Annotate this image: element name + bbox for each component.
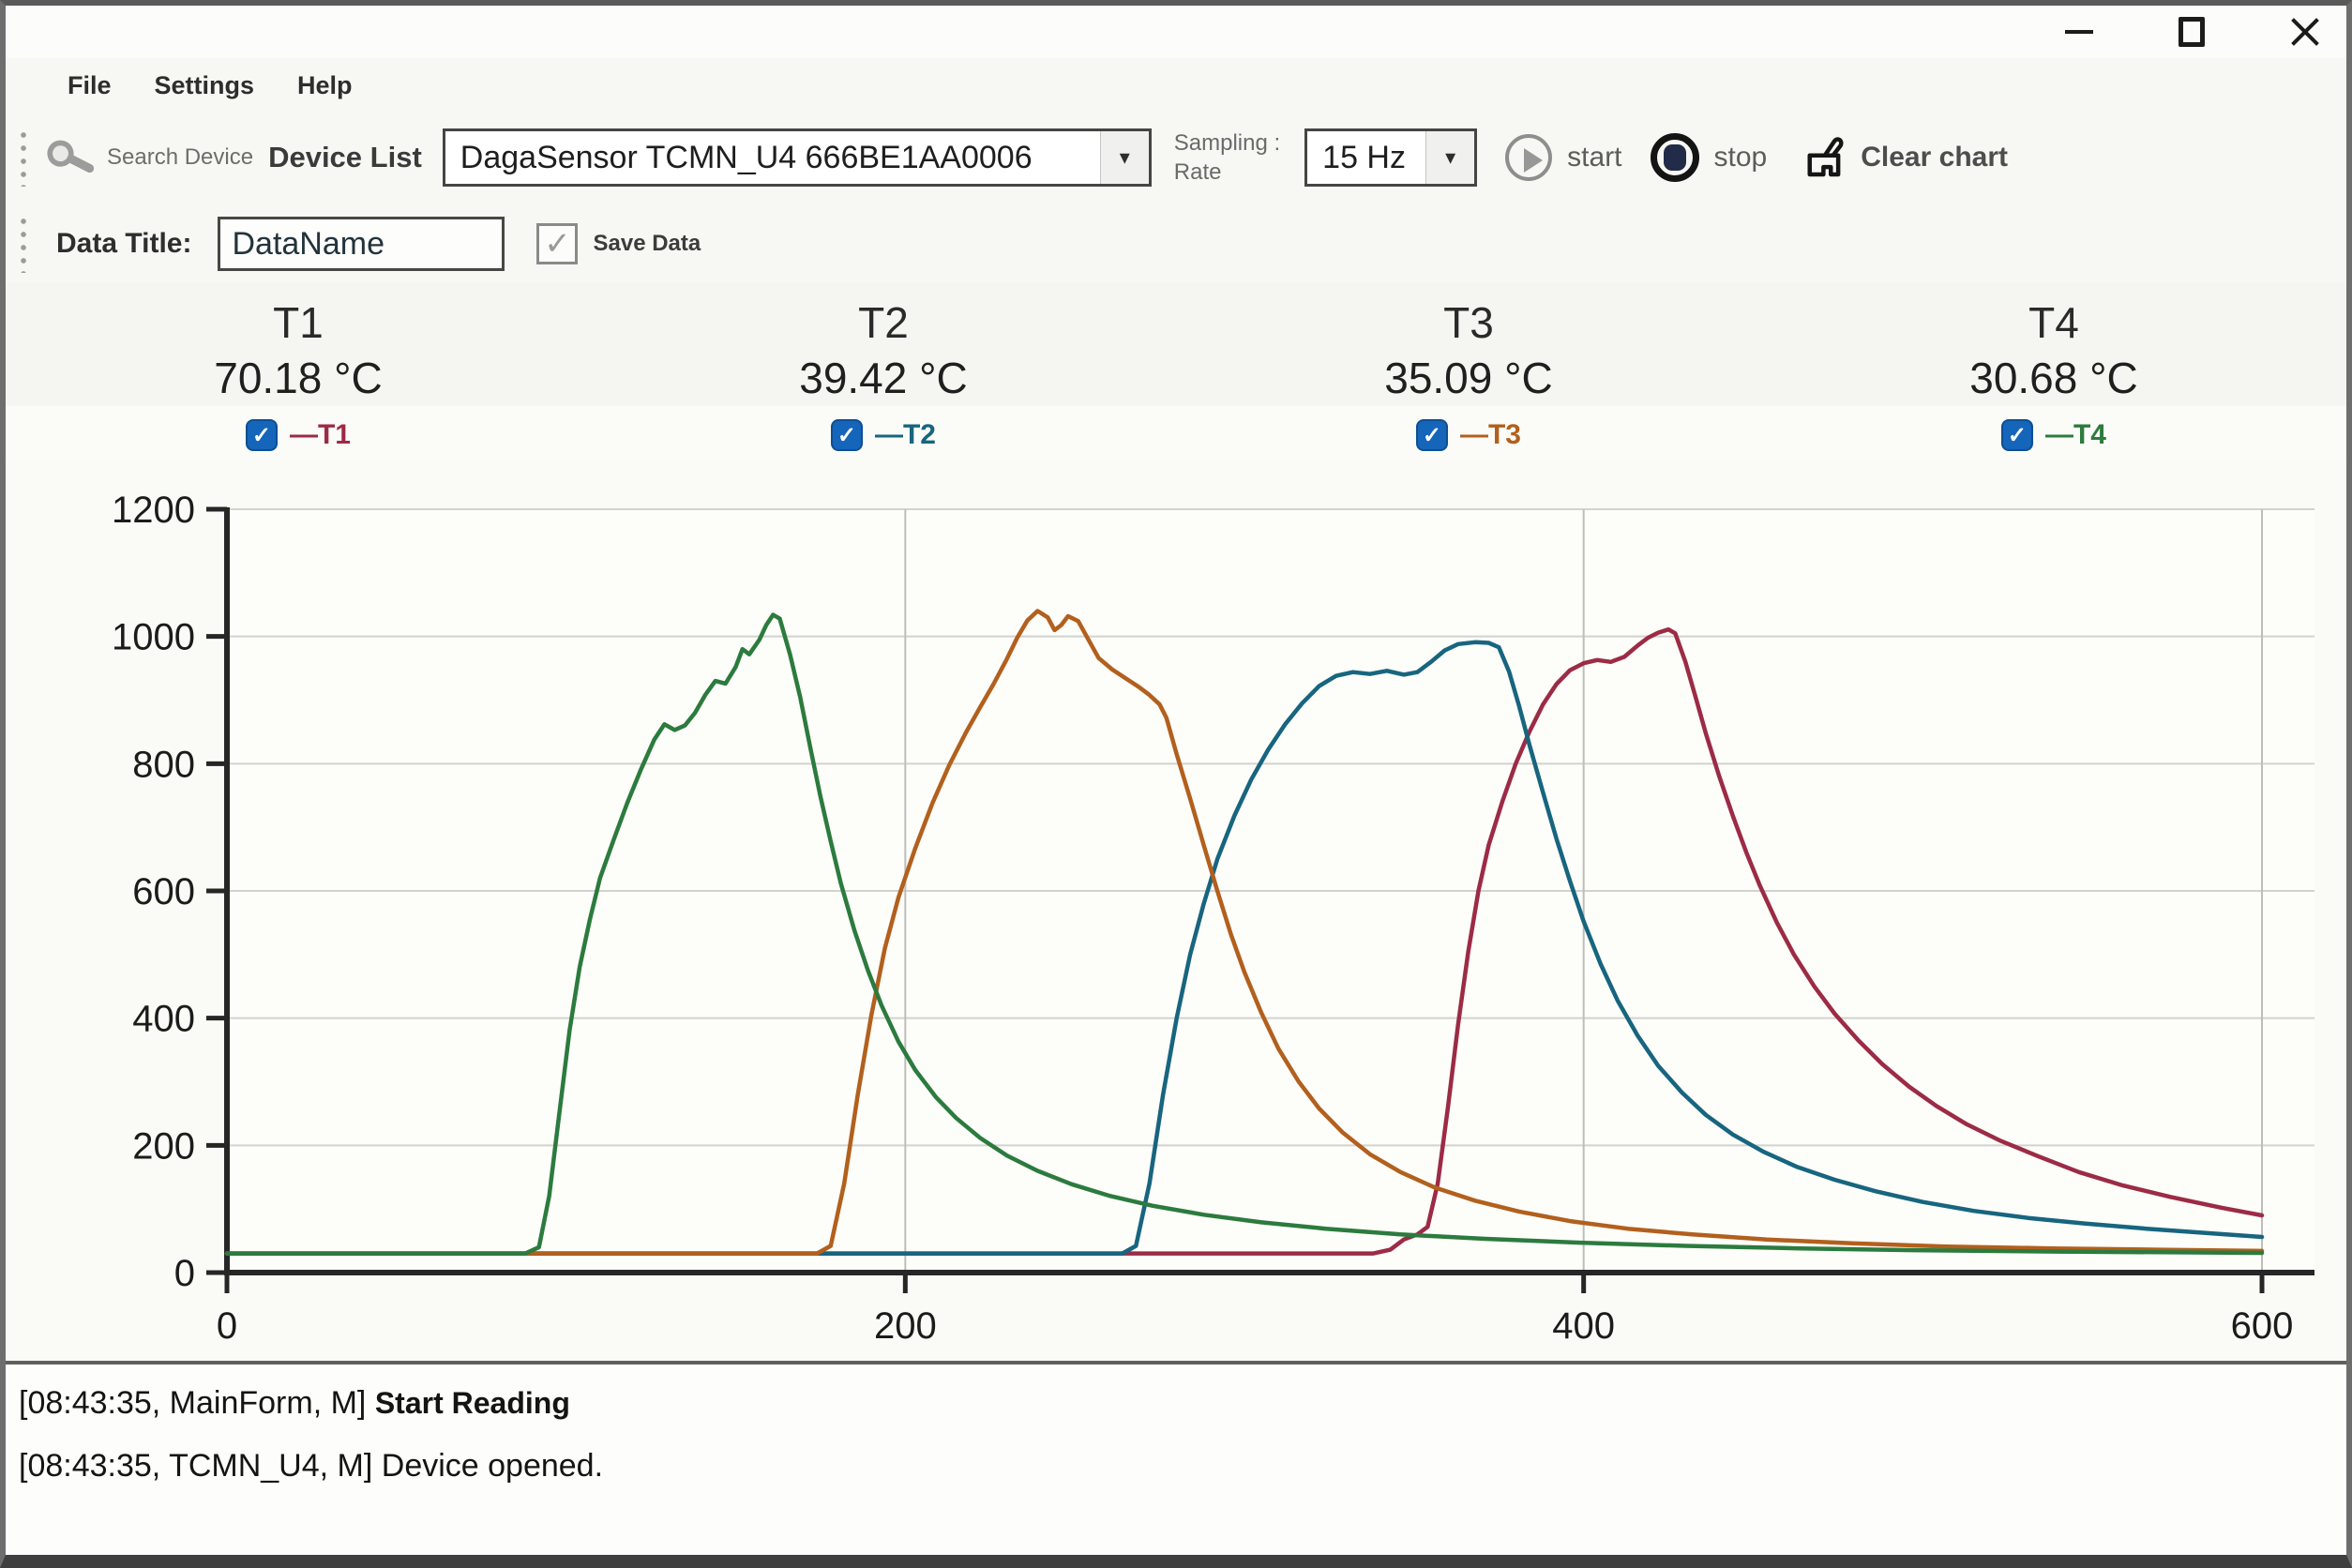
log-prefix: [08:43:35, TCMN_U4, M]: [19, 1448, 372, 1484]
sensor-name: T3: [1176, 296, 1761, 351]
sensor-readout-t3: T3 35.09 °C: [1176, 296, 1761, 406]
device-list-dropdown[interactable]: DagaSensor TCMN_U4 666BE1AA0006 ▾: [443, 128, 1152, 187]
stop-button[interactable]: stop: [1651, 133, 1768, 182]
window-controls: [2061, 14, 2322, 50]
app-window: File Settings Help Search Device Device …: [0, 0, 2352, 1568]
legend-t1: ✓ —T1: [6, 419, 591, 451]
maximize-button[interactable]: [2174, 14, 2209, 50]
svg-text:0: 0: [217, 1305, 237, 1347]
toolbar-grip[interactable]: [19, 215, 28, 273]
legend-t2: ✓ —T2: [591, 419, 1176, 451]
sensor-readouts: T1 70.18 °C T2 39.42 °C T3 35.09 °C T4 3…: [6, 283, 2346, 406]
chevron-down-icon[interactable]: ▾: [1100, 131, 1149, 184]
log-line: [08:43:35, MainForm, M] Start Reading: [19, 1372, 2346, 1434]
svg-text:400: 400: [132, 999, 195, 1040]
sensor-readout-t2: T2 39.42 °C: [591, 296, 1176, 406]
stop-icon: [1651, 133, 1699, 182]
svg-text:600: 600: [132, 871, 195, 912]
save-data-checkbox[interactable]: ✓: [536, 223, 578, 264]
save-data-label: Save Data: [593, 231, 701, 257]
legend-label-t4: —T4: [2045, 419, 2106, 451]
chevron-down-icon[interactable]: ▾: [1425, 131, 1474, 184]
legend-label-t2: —T2: [875, 419, 936, 451]
titlebar: [6, 6, 2346, 58]
sensor-value: 39.42 °C: [591, 351, 1176, 407]
svg-text:0: 0: [174, 1253, 195, 1294]
search-icon: [43, 132, 94, 183]
sampling-rate-dropdown[interactable]: 15 Hz ▾: [1304, 128, 1477, 187]
sensor-readout-t1: T1 70.18 °C: [6, 296, 591, 406]
clear-chart-button[interactable]: Clear chart: [1795, 132, 2008, 183]
brush-icon: [1795, 132, 1846, 183]
toolbar-grip[interactable]: [19, 128, 28, 187]
toolbar-data: Data Title: ✓ Save Data: [6, 204, 2346, 283]
log-message: Start Reading: [375, 1386, 570, 1420]
menu-help[interactable]: Help: [276, 71, 374, 100]
menu-settings[interactable]: Settings: [133, 71, 277, 100]
sampling-rate-value: 15 Hz: [1307, 140, 1425, 176]
search-device-label: Search Device: [107, 144, 253, 171]
series-legend: ✓ —T1 ✓ —T2 ✓ —T3 ✓ —T4: [6, 406, 2346, 462]
svg-text:800: 800: [132, 745, 195, 786]
menu-file[interactable]: File: [49, 71, 133, 100]
minimize-button[interactable]: [2061, 14, 2097, 50]
toolbar-main: Search Device Device List DagaSensor TCM…: [6, 113, 2346, 203]
search-device-button[interactable]: Search Device: [43, 132, 253, 183]
series-toggle-t3[interactable]: ✓: [1416, 419, 1448, 451]
sampling-rate-label: Sampling : Rate: [1174, 128, 1280, 187]
sensor-name: T1: [6, 296, 591, 351]
maximize-icon: [2179, 17, 2205, 47]
log-message: Device opened.: [382, 1448, 603, 1484]
minimize-icon: [2065, 30, 2093, 34]
svg-text:400: 400: [1552, 1305, 1615, 1347]
svg-text:200: 200: [874, 1305, 937, 1347]
check-icon: ✓: [544, 228, 571, 260]
device-list-value: DagaSensor TCMN_U4 666BE1AA0006: [445, 140, 1100, 176]
menubar: File Settings Help: [6, 58, 2346, 113]
svg-text:200: 200: [132, 1126, 195, 1168]
log-panel: [08:43:35, MainForm, M] Start Reading [0…: [6, 1361, 2346, 1555]
log-prefix: [08:43:35, MainForm, M]: [19, 1385, 366, 1421]
device-list-label: Device List: [268, 141, 422, 174]
close-icon: [2288, 16, 2320, 48]
start-icon: [1505, 134, 1552, 181]
sensor-value: 30.68 °C: [1761, 351, 2346, 407]
sensor-value: 35.09 °C: [1176, 351, 1761, 407]
data-title-label: Data Title:: [56, 228, 191, 260]
svg-text:600: 600: [2231, 1305, 2294, 1347]
series-toggle-t4[interactable]: ✓: [2001, 419, 2033, 451]
legend-t3: ✓ —T3: [1176, 419, 1761, 451]
sensor-name: T4: [1761, 296, 2346, 351]
series-toggle-t1[interactable]: ✓: [246, 419, 278, 451]
sensor-value: 70.18 °C: [6, 351, 591, 407]
close-button[interactable]: [2286, 14, 2322, 50]
log-line: [08:43:35, TCMN_U4, M] Device opened.: [19, 1435, 2346, 1497]
svg-text:1200: 1200: [112, 490, 195, 531]
legend-label-t3: —T3: [1460, 419, 1521, 451]
sensor-name: T2: [591, 296, 1176, 351]
temperature-chart: 0 200 400 600 800 1000 1200 0 200 400 600: [6, 468, 2346, 1361]
legend-label-t1: —T1: [290, 419, 351, 451]
legend-t4: ✓ —T4: [1761, 419, 2346, 451]
chart-section: 0 200 400 600 800 1000 1200 0 200 400 600: [6, 462, 2346, 1361]
svg-text:1000: 1000: [112, 617, 195, 658]
start-button[interactable]: start: [1505, 134, 1621, 181]
series-toggle-t2[interactable]: ✓: [831, 419, 863, 451]
sensor-readout-t4: T4 30.68 °C: [1761, 296, 2346, 406]
data-title-input[interactable]: [218, 217, 505, 271]
